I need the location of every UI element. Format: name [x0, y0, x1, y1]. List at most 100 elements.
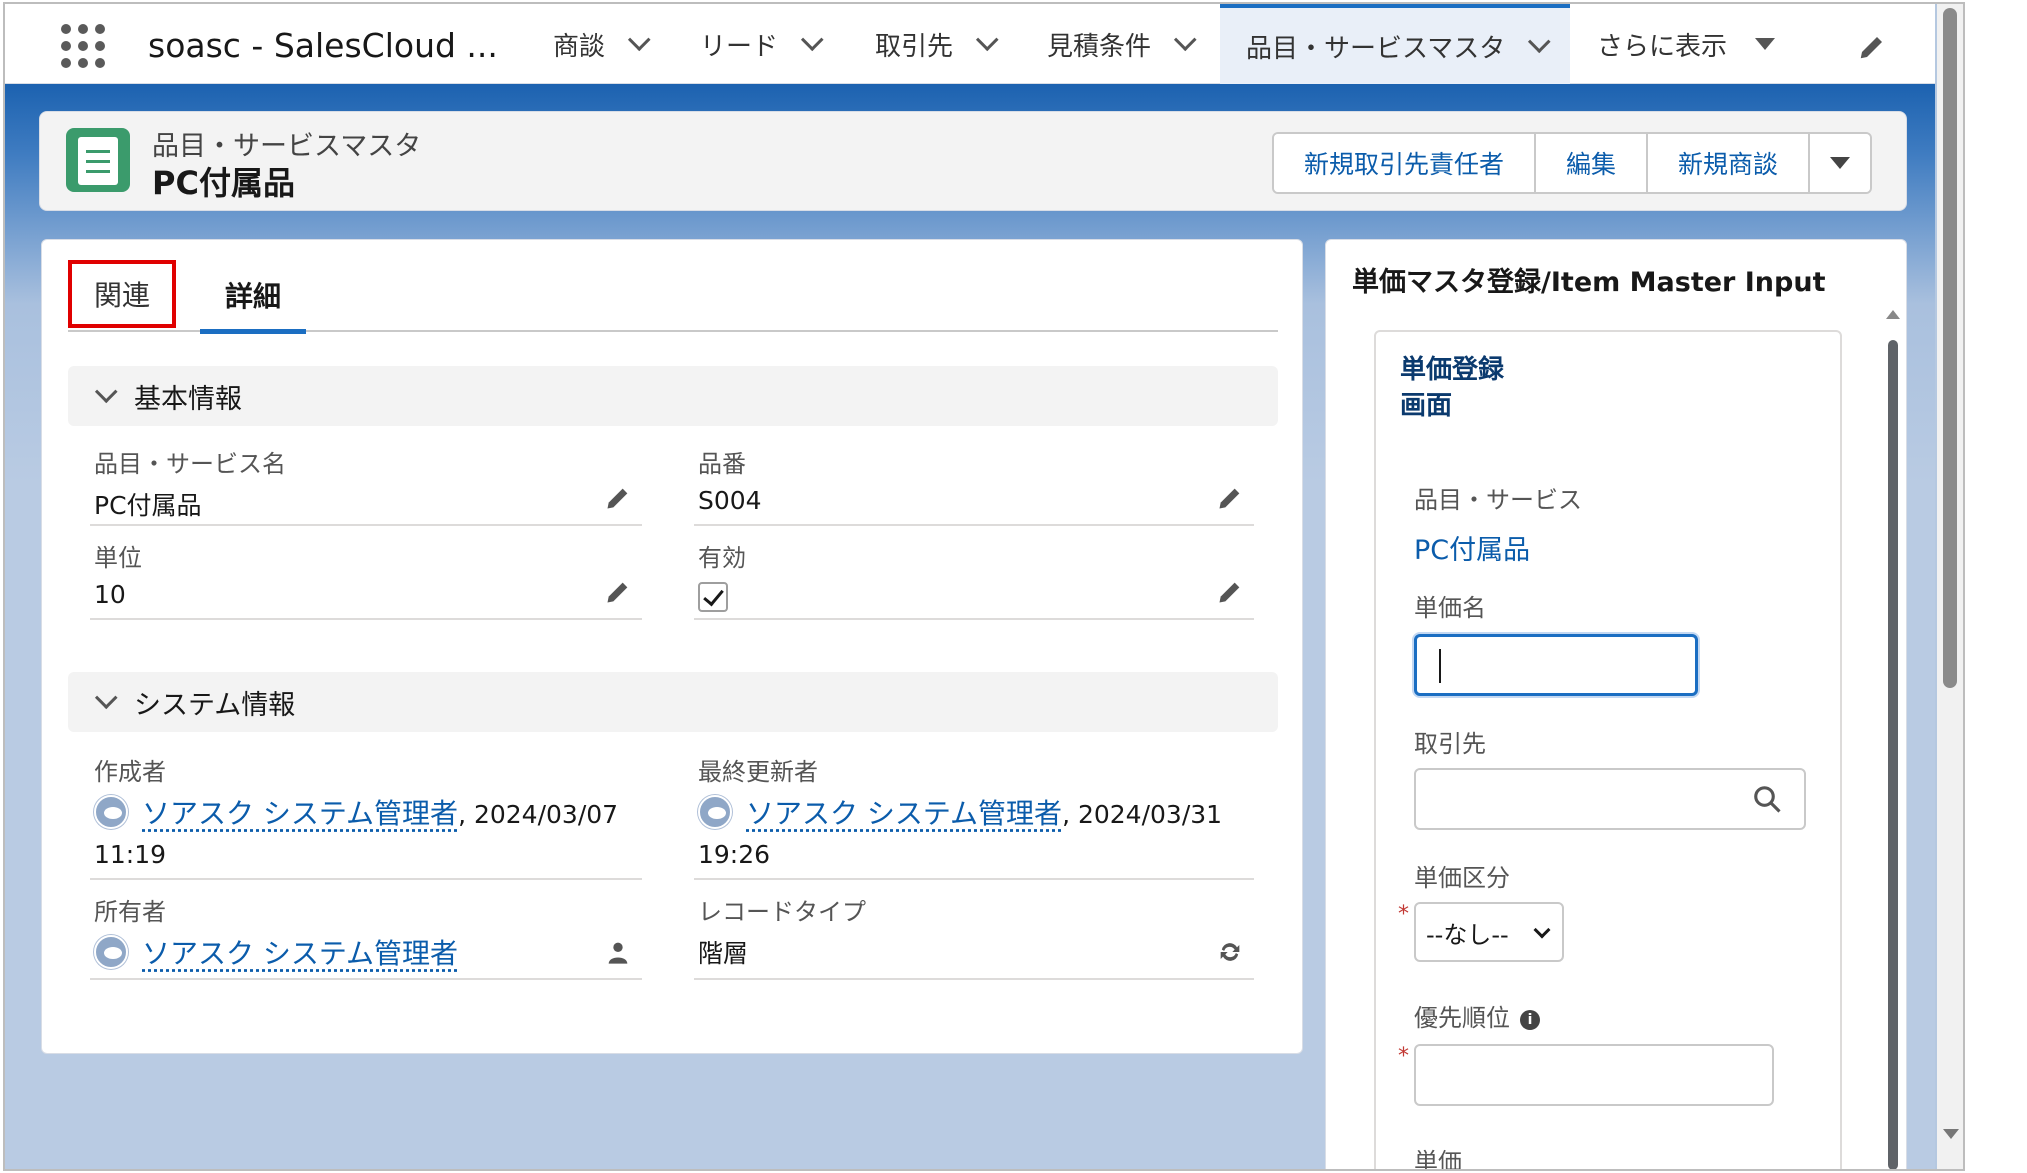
caret-down-icon — [1755, 38, 1776, 50]
caret-down-icon — [1830, 157, 1851, 169]
field-unit: 単位 10 — [90, 530, 642, 620]
field-created-by: 作成者 ソアスク システム管理者, 2024/03/07 11:19 — [90, 744, 642, 880]
created-by-user-link[interactable]: ソアスク システム管理者 — [142, 797, 458, 830]
field-label: 単位 — [94, 544, 142, 572]
field-owner: 所有者 ソアスク システム管理者 — [90, 884, 642, 980]
nav-item-lead[interactable]: リード — [700, 4, 824, 84]
nav-label: リード — [700, 31, 779, 62]
tab-bar: 関連 詳細 — [68, 260, 1278, 334]
nav-label: 見積条件 — [1047, 31, 1152, 62]
edit-button[interactable]: 編集 — [1536, 134, 1649, 192]
chevron-down-icon — [94, 380, 118, 404]
modified-by-user-link[interactable]: ソアスク システム管理者 — [746, 797, 1062, 830]
required-marker: * — [1398, 902, 1409, 927]
unit-price-label: 単価 — [1414, 1148, 1462, 1171]
more-actions-button[interactable] — [1810, 134, 1871, 192]
priority-input[interactable] — [1414, 1044, 1774, 1106]
modified-date: , 2024/03/31 — [1062, 800, 1223, 829]
section-title: システム情報 — [134, 689, 296, 721]
chevron-down-icon[interactable] — [975, 28, 999, 52]
avatar — [94, 795, 128, 829]
record-detail-card: 関連 詳細 基本情報 品目・サービス名 PC付属品 品番 S004 単位 10 … — [41, 239, 1303, 1054]
new-contact-button[interactable]: 新規取引先責任者 — [1274, 134, 1537, 192]
text-cursor — [1439, 649, 1441, 683]
app-launcher-icon[interactable] — [61, 24, 105, 68]
change-owner-icon[interactable] — [604, 938, 632, 966]
account-label: 取引先 — [1414, 730, 1486, 758]
section-basic-info[interactable]: 基本情報 — [68, 366, 1278, 426]
nav-item-account[interactable]: 取引先 — [875, 4, 999, 84]
field-label: 作成者 — [94, 758, 166, 786]
chevron-down-icon[interactable] — [1173, 28, 1197, 52]
created-time: 11:19 — [94, 840, 167, 869]
panel-scrollbar[interactable] — [1886, 310, 1900, 1169]
pencil-icon[interactable] — [1216, 578, 1244, 606]
account-lookup-input[interactable] — [1414, 768, 1806, 830]
scroll-up-icon[interactable] — [1886, 310, 1900, 319]
price-type-label: 単価区分 — [1414, 864, 1510, 892]
owner-user-link[interactable]: ソアスク システム管理者 — [142, 937, 458, 970]
scrollbar-thumb[interactable] — [1888, 340, 1898, 1169]
field-value: PC付属品 — [94, 491, 202, 520]
nav-label: 品目・サービスマスタ — [1246, 33, 1506, 64]
nav-label: 商談 — [553, 31, 606, 62]
record-title: PC付属品 — [152, 164, 295, 202]
page-scrollbar[interactable] — [1937, 4, 1963, 1169]
field-value: 階層 — [698, 939, 749, 968]
field-label: 最終更新者 — [698, 758, 818, 786]
chevron-down-icon[interactable] — [800, 28, 824, 52]
nav-item-more[interactable]: さらに表示 — [1597, 4, 1776, 84]
panel-title: 単価マスタ登録/Item Master Input — [1352, 267, 1826, 298]
nav-item-item-master[interactable]: 品目・サービスマスタ — [1220, 4, 1570, 84]
pencil-icon[interactable] — [1216, 484, 1244, 512]
item-master-input-panel: 単価マスタ登録/Item Master Input 単価登録 画面 品目・サービ… — [1325, 239, 1907, 1171]
nav-label: さらに表示 — [1597, 31, 1728, 62]
field-modified-by: 最終更新者 ソアスク システム管理者, 2024/03/31 19:26 — [694, 744, 1254, 880]
field-value: ソアスク システム管理者, 2024/03/31 — [698, 792, 1222, 832]
chevron-down-icon[interactable] — [627, 28, 651, 52]
flow-container: 単価登録 画面 品目・サービス PC付属品 単価名 取引先 単価区分 * --な… — [1374, 330, 1842, 1171]
chevron-down-icon[interactable] — [1528, 30, 1551, 54]
field-record-type: レコードタイプ 階層 — [694, 884, 1254, 980]
app-name: soasc - SalesCloud ... — [148, 26, 498, 65]
price-name-input[interactable] — [1414, 634, 1698, 696]
active-checkbox — [698, 582, 728, 612]
scrollbar-thumb[interactable] — [1943, 8, 1957, 688]
field-label: レコードタイプ — [698, 898, 866, 926]
field-label: 品目・サービス名 — [94, 450, 286, 478]
required-marker: * — [1398, 1044, 1409, 1069]
field-value: ソアスク システム管理者, 2024/03/07 — [94, 792, 618, 832]
browser-frame: soasc - SalesCloud ... 商談 リード 取引先 見積条件 品… — [3, 2, 1965, 1171]
tab-detail[interactable]: 詳細 — [200, 260, 306, 334]
section-title: 基本情報 — [134, 383, 242, 415]
item-value-link[interactable]: PC付属品 — [1414, 528, 1530, 567]
global-nav: soasc - SalesCloud ... 商談 リード 取引先 見積条件 品… — [5, 4, 1935, 84]
item-master-icon — [66, 128, 130, 192]
price-name-label: 単価名 — [1414, 594, 1486, 622]
field-active: 有効 — [694, 530, 1254, 620]
flow-heading: 単価登録 画面 — [1400, 352, 1504, 424]
pencil-icon[interactable] — [604, 578, 632, 606]
tab-related[interactable]: 関連 — [68, 260, 176, 328]
price-type-select[interactable]: --なし-- — [1414, 902, 1564, 962]
nav-item-opportunity[interactable]: 商談 — [553, 4, 651, 84]
nav-item-quote-terms[interactable]: 見積条件 — [1047, 4, 1197, 84]
field-value: S004 — [698, 486, 762, 515]
field-value: ソアスク システム管理者 — [94, 932, 458, 972]
edit-nav-icon[interactable] — [1857, 32, 1887, 62]
nav-label: 取引先 — [875, 31, 954, 62]
scroll-down-icon[interactable] — [1943, 1129, 1959, 1139]
section-system-info[interactable]: システム情報 — [68, 672, 1278, 732]
select-value: --なし-- — [1426, 920, 1509, 949]
chevron-down-icon — [94, 686, 118, 710]
search-icon[interactable] — [1752, 784, 1782, 814]
flow-heading-line1: 単価登録 — [1400, 355, 1505, 385]
priority-label: 優先順位 — [1414, 1004, 1510, 1032]
change-record-type-icon[interactable] — [1216, 938, 1244, 966]
avatar — [698, 795, 732, 829]
field-label: 品番 — [698, 450, 746, 478]
field-item-code: 品番 S004 — [694, 436, 1254, 526]
pencil-icon[interactable] — [604, 484, 632, 512]
new-opportunity-button[interactable]: 新規商談 — [1648, 134, 1811, 192]
info-icon[interactable]: i — [1520, 1010, 1540, 1030]
